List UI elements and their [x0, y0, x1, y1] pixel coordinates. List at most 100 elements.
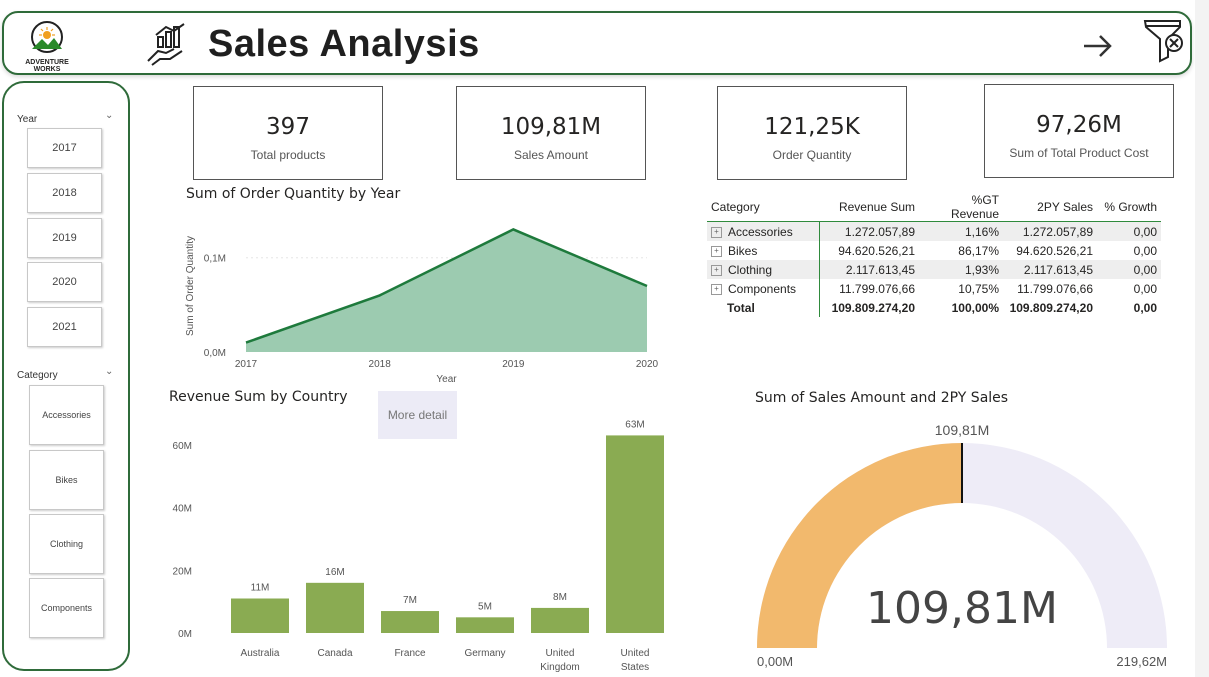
total-growth: 0,00: [1133, 300, 1157, 315]
total-revenue: 109.809.274,20: [818, 298, 919, 317]
kpi-card-total-products: 397 Total products: [193, 86, 383, 180]
matrix-header-2py-sales[interactable]: 2PY Sales: [1003, 193, 1097, 222]
category-chevron-down-icon[interactable]: ⌄: [105, 366, 113, 377]
data-label: 7M: [403, 595, 417, 606]
category-slicer-label: Category: [17, 370, 58, 381]
x-tick-label: 2020: [636, 359, 659, 370]
y-tick-label: 0M: [178, 629, 192, 640]
logo-text-line1: Adventure: [25, 59, 69, 66]
adventure-works-logo: Adventure Works: [22, 19, 72, 73]
row-growth: 0,00: [1133, 243, 1157, 258]
year-slicer-label: Year: [17, 114, 38, 125]
row-category: Accessories: [728, 224, 793, 239]
matrix-header-growth[interactable]: % Growth: [1097, 193, 1161, 222]
y-tick-label: 0,0M: [204, 348, 226, 359]
table-row: + Clothing 2.117.613,45 1,93% 2.117.613,4…: [707, 260, 1161, 279]
kpi-label: Sales Amount: [513, 148, 589, 162]
expand-icon[interactable]: +: [711, 283, 722, 295]
row-category: Components: [728, 281, 797, 296]
x-tick-label: Germany: [464, 648, 505, 659]
row-gt: 86,17%: [958, 243, 999, 258]
y-tick-label: 20M: [173, 566, 192, 577]
bar: [456, 617, 514, 633]
row-2py: 1.272.057,89: [1003, 221, 1097, 241]
table-row: + Components 11.799.076,66 10,75% 11.799.…: [707, 279, 1161, 298]
x-tick-label: Australia: [241, 648, 280, 659]
row-revenue: 94.620.526,21: [818, 241, 919, 260]
x-axis-label: Year: [436, 374, 457, 385]
gauge-target-label: 109,81M: [935, 422, 989, 438]
data-label: 63M: [625, 419, 644, 430]
row-revenue: 2.117.613,45: [818, 260, 919, 279]
row-gt: 10,75%: [958, 281, 999, 296]
category-button-clothing[interactable]: Clothing: [29, 514, 104, 574]
x-tick-label: United: [546, 648, 575, 659]
row-category: Bikes: [728, 243, 758, 258]
data-label: 8M: [553, 592, 567, 603]
row-2py: 11.799.076,66: [1017, 281, 1093, 296]
sales-hand-icon: [144, 23, 188, 69]
table-row: + Accessories 1.272.057,89 1,16% 1.272.05…: [707, 221, 1161, 241]
row-growth: 0,00: [1097, 221, 1161, 241]
row-growth: 0,00: [1097, 260, 1161, 279]
bar: [306, 582, 364, 633]
row-category: Clothing: [728, 262, 773, 277]
kpi-card-sales-amount: 109,81M Sales Amount: [456, 86, 646, 180]
sales-gauge-chart: 109,81M 109,81M 0,00M 219,62M: [757, 422, 1167, 669]
gauge-title: Sum of Sales Amount and 2PY Sales: [755, 390, 1009, 406]
expand-icon[interactable]: +: [711, 245, 722, 257]
row-revenue: 1.272.057,89: [818, 221, 919, 241]
category-button-accessories[interactable]: Accessories: [29, 385, 104, 445]
year-chevron-down-icon[interactable]: ⌄: [105, 110, 113, 121]
kpi-card-total-product-cost: 97,26M Sum of Total Product Cost: [984, 84, 1174, 178]
total-category: Total: [727, 300, 755, 315]
category-button-bikes[interactable]: Bikes: [29, 450, 104, 510]
category-button-components[interactable]: Components: [29, 578, 104, 638]
revenue-by-country-bar-chart: 60M 40M 20M 0M 11M Australia 16M Canada 7M France…: [173, 419, 664, 673]
year-button-2017[interactable]: 2017: [27, 128, 102, 168]
x-tick-label: Canada: [317, 648, 352, 659]
kpi-value: 97,26M: [1036, 112, 1122, 138]
area-fill: [246, 229, 647, 352]
y-axis-label: Sum of Order Quantity: [185, 236, 196, 336]
x-tick-label: Kingdom: [540, 662, 579, 673]
kpi-value: 121,25K: [764, 114, 860, 140]
table-total-row: Total 109.809.274,20 100,00% 109.809.274…: [707, 298, 1161, 317]
matrix-header-category[interactable]: Category: [707, 193, 819, 222]
bar: [606, 435, 664, 633]
year-button-2020[interactable]: 2020: [27, 262, 102, 302]
row-2py: 94.620.526,21: [1016, 243, 1093, 258]
bar: [231, 598, 289, 633]
clear-filter-icon[interactable]: [1142, 17, 1186, 63]
right-scroll-strip: [1195, 0, 1209, 677]
year-button-2021[interactable]: 2021: [27, 307, 102, 347]
x-tick-label: 2018: [369, 359, 392, 370]
kpi-card-order-quantity: 121,25K Order Quantity: [717, 86, 907, 180]
expand-icon[interactable]: +: [711, 264, 722, 276]
y-tick-label: 60M: [173, 441, 192, 452]
expand-icon[interactable]: +: [711, 226, 722, 238]
next-page-arrow-icon[interactable]: [1080, 26, 1116, 66]
kpi-label: Sum of Total Product Cost: [1009, 146, 1149, 160]
matrix-header-revenue[interactable]: Revenue Sum: [819, 193, 919, 222]
data-label: 11M: [251, 583, 270, 594]
kpi-label: Order Quantity: [772, 148, 852, 162]
year-button-2019[interactable]: 2019: [27, 218, 102, 258]
row-growth: 0,00: [1133, 281, 1157, 296]
gauge-value-label: 109,81M: [866, 583, 1058, 634]
data-label: 16M: [325, 567, 344, 578]
x-tick-label: United: [621, 648, 650, 659]
x-tick-label: 2019: [502, 359, 525, 370]
y-tick-label: 40M: [173, 504, 192, 515]
bar: [531, 607, 589, 633]
data-label: 5M: [478, 601, 492, 612]
matrix-header-gt-revenue[interactable]: %GT Revenue: [919, 193, 1003, 222]
page-title: Sales Analysis: [208, 23, 480, 65]
year-button-2018[interactable]: 2018: [27, 173, 102, 213]
bar: [381, 611, 439, 633]
y-tick-label: 0,1M: [204, 254, 226, 265]
x-tick-label: France: [394, 648, 426, 659]
kpi-value: 397: [266, 114, 310, 140]
row-gt: 1,16%: [919, 221, 1003, 241]
logo-text-line2: Works: [33, 66, 61, 73]
